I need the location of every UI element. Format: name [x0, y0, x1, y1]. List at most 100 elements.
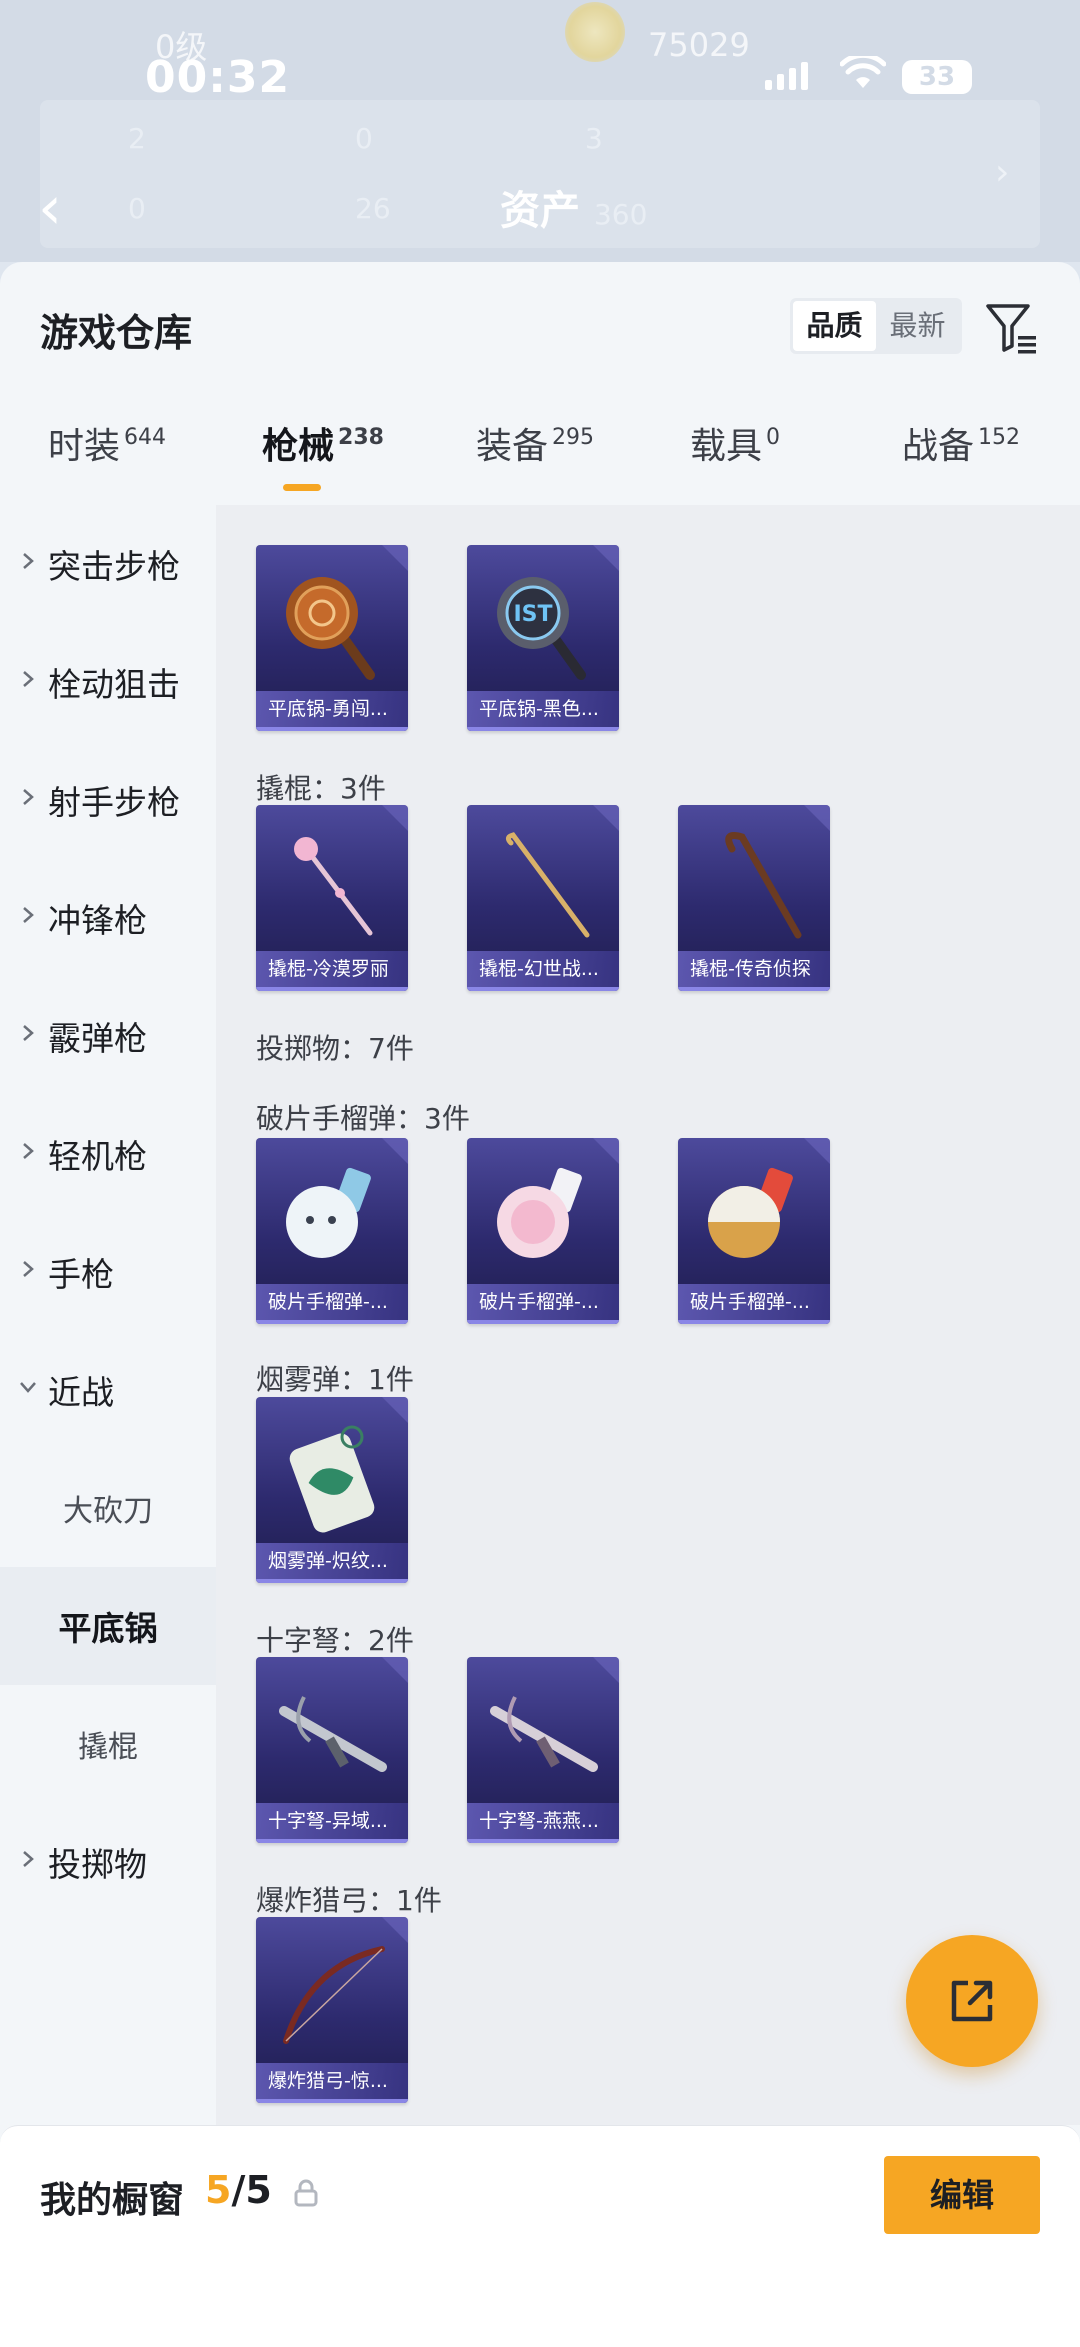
item-name: 破片手榴弹-... — [256, 1284, 408, 1324]
battery-indicator: 33 — [902, 60, 972, 94]
sidebar-item-label: 近战 — [48, 1373, 114, 1412]
item-name: 平底锅-黑色... — [467, 691, 619, 731]
item-card[interactable]: 撬棍-传奇侦探 — [678, 805, 830, 991]
tab-vehicles[interactable]: 载具 0 — [690, 417, 780, 507]
sidebar-subitem-machete[interactable]: 大砍刀 — [0, 1449, 216, 1567]
chevron-right-icon — [23, 1851, 34, 1867]
item-card[interactable]: 烟雾弹-炽纹... — [256, 1397, 408, 1583]
stat-value: 2 — [128, 122, 146, 155]
chevron-down-icon — [20, 1382, 36, 1393]
filter-icon[interactable] — [984, 300, 1040, 356]
background-header: 0级 00:32 75029 33 2 0 3 0 26 ‹ 资产 360 › — [0, 0, 1080, 262]
chevron-right-icon — [23, 1025, 34, 1041]
stat-value: 3 — [585, 122, 603, 155]
stat-value: 0 — [128, 192, 146, 225]
item-card[interactable]: 撬棍-幻世战... — [467, 805, 619, 991]
sidebar-item-shotgun[interactable]: 霰弹枪 — [0, 977, 216, 1095]
chevron-right-icon — [23, 1261, 34, 1277]
sidebar-item-label: 冲锋枪 — [48, 901, 147, 940]
sidebar-item-assault-rifle[interactable]: 突击步枪 — [0, 505, 216, 623]
item-card[interactable]: 平底锅-勇闯... — [256, 545, 408, 731]
weapon-category-sidebar: 突击步枪 栓动狙击 射手步枪 冲锋枪 霰弹枪 轻机枪 手枪 近战 大砍刀 平底锅… — [0, 505, 216, 2125]
stat-value: 0 — [355, 122, 373, 155]
item-card[interactable]: IST 平底锅-黑色... — [467, 545, 619, 731]
tab-equipment[interactable]: 装备 295 — [476, 417, 594, 507]
chevron-right-icon — [23, 907, 34, 923]
crowbar-icon — [505, 832, 590, 938]
sidebar-item-smg[interactable]: 冲锋枪 — [0, 859, 216, 977]
tab-fashion[interactable]: 时装 644 — [48, 417, 166, 507]
item-card[interactable]: 撬棍-冷漠罗丽 — [256, 805, 408, 991]
sidebar-item-label: 突击步枪 — [48, 547, 180, 586]
item-card[interactable]: 十字弩-异域... — [256, 1657, 408, 1843]
frying-pan-icon — [286, 577, 375, 680]
sidebar-item-label: 射手步枪 — [48, 783, 180, 822]
showcase-label: 我的橱窗 — [40, 2180, 185, 2221]
lock-icon — [294, 2179, 318, 2207]
player-badge-icon — [565, 2, 625, 62]
item-name: 十字弩-燕燕... — [467, 1803, 619, 1843]
group-title-smoke: 烟雾弹：1件 — [256, 1363, 414, 1396]
category-tabs: 时装 644 枪械 238 装备 295 载具 0 战备 152 — [0, 417, 1080, 507]
cellular-signal-icon — [765, 62, 808, 90]
tab-guns[interactable]: 枪械 238 — [262, 417, 384, 507]
svg-text:IST: IST — [513, 602, 552, 627]
wifi-icon — [840, 56, 886, 88]
scepter-crowbar-icon — [294, 837, 373, 936]
sidebar-item-pistol[interactable]: 手枪 — [0, 1213, 216, 1331]
item-card[interactable]: 破片手榴弹-... — [467, 1138, 619, 1324]
sidebar-subitem-frying-pan[interactable]: 平底锅 — [0, 1567, 216, 1685]
item-name: 撬棍-传奇侦探 — [678, 951, 830, 991]
grenade-icon — [708, 1167, 793, 1258]
sidebar-item-label: 手枪 — [48, 1255, 114, 1294]
status-bar: 0级 00:32 75029 33 — [0, 0, 1080, 103]
tab-battle-gear[interactable]: 战备 152 — [902, 417, 1020, 507]
item-name: 平底锅-勇闯... — [256, 691, 408, 731]
sidebar-item-lmg[interactable]: 轻机枪 — [0, 1095, 216, 1213]
item-name: 爆炸猎弓-惊... — [256, 2063, 408, 2103]
sidebar-item-label: 霰弹枪 — [48, 1019, 147, 1058]
item-name: 破片手榴弹-... — [678, 1284, 830, 1324]
group-title-crowbar: 撬棍：3件 — [256, 772, 386, 805]
sort-by-quality[interactable]: 品质 — [793, 301, 876, 351]
sidebar-subitem-crowbar[interactable]: 撬棍 — [0, 1685, 216, 1803]
item-grid: 平底锅-勇闯... IST 平底锅-黑色... 撬棍：3件 撬棍-冷漠罗丽 撬棍… — [216, 505, 1080, 2125]
showcase-count: 5/5 — [205, 2168, 272, 2212]
sidebar-item-melee[interactable]: 近战 — [0, 1331, 216, 1449]
chevron-right-icon — [23, 671, 34, 687]
sidebar-item-bolt-sniper[interactable]: 栓动狙击 — [0, 623, 216, 741]
smoke-grenade-icon — [289, 1425, 375, 1533]
showcase-bar: 我的橱窗 5/5 编辑 — [0, 2125, 1080, 2347]
item-name: 破片手榴弹-... — [467, 1284, 619, 1324]
sheet-title: 游戏仓库 — [40, 311, 193, 355]
item-name: 十字弩-异域... — [256, 1803, 408, 1843]
crossbow-icon — [279, 1696, 387, 1772]
back-arrow-icon[interactable]: ‹ — [38, 178, 62, 238]
item-name: 撬棍-幻世战... — [467, 951, 619, 991]
share-button[interactable] — [906, 1935, 1038, 2067]
assets-label: 资产 360 — [500, 188, 648, 234]
sidebar-item-label: 轻机枪 — [48, 1137, 147, 1176]
crossbow-icon — [490, 1696, 598, 1772]
item-card[interactable]: 爆炸猎弓-惊... — [256, 1917, 408, 2103]
active-tab-indicator — [283, 484, 321, 491]
sidebar-item-throwables[interactable]: 投掷物 — [0, 1803, 216, 1921]
stat-value: 26 — [355, 192, 391, 225]
item-name: 撬棍-冷漠罗丽 — [256, 951, 408, 991]
cane-crowbar-icon — [725, 832, 802, 939]
sidebar-item-label: 栓动狙击 — [48, 665, 180, 704]
item-card[interactable]: 十字弩-燕燕... — [467, 1657, 619, 1843]
item-name: 烟雾弹-炽纹... — [256, 1543, 408, 1583]
item-card[interactable]: 破片手榴弹-... — [678, 1138, 830, 1324]
group-title-throwables: 投掷物：7件 — [256, 1032, 414, 1065]
edit-button[interactable]: 编辑 — [884, 2156, 1040, 2234]
chevron-right-icon — [23, 553, 34, 569]
chevron-right-icon[interactable]: › — [995, 152, 1009, 193]
item-card[interactable]: 破片手榴弹-... — [256, 1138, 408, 1324]
sidebar-item-marksman-rifle[interactable]: 射手步枪 — [0, 741, 216, 859]
sidebar-item-label: 投掷物 — [48, 1845, 147, 1884]
sort-by-newest[interactable]: 最新 — [876, 301, 959, 351]
bow-icon — [283, 1946, 385, 2044]
share-icon — [951, 1980, 993, 2022]
chevron-right-icon — [23, 789, 34, 805]
